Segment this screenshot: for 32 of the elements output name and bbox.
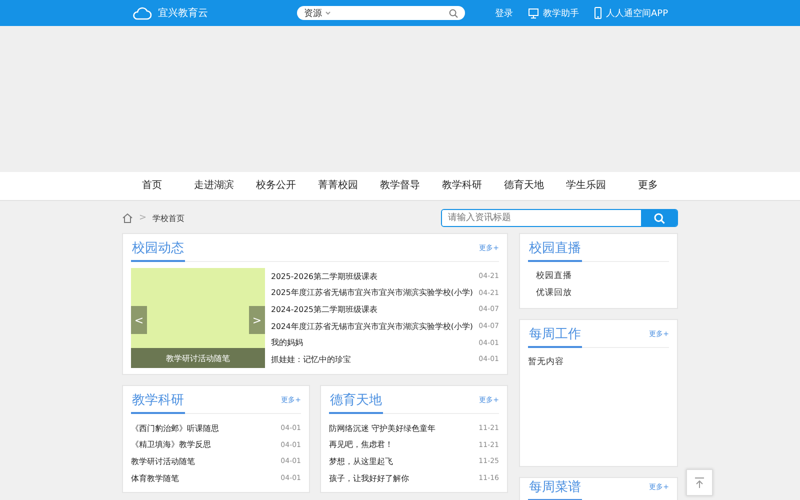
- breadcrumb-separator: >: [139, 213, 147, 223]
- back-to-top-button[interactable]: [686, 469, 713, 496]
- live-link[interactable]: 校园直播: [536, 268, 669, 285]
- nav-tab[interactable]: 德育天地: [493, 172, 555, 200]
- home-icon[interactable]: [122, 213, 133, 223]
- nav-tab[interactable]: 教学督导: [369, 172, 431, 200]
- search-icon[interactable]: [654, 212, 664, 224]
- carousel-caption[interactable]: 教学研讨活动随笔: [131, 348, 265, 368]
- section-title: 每周菜谱: [528, 478, 582, 500]
- nav-tab[interactable]: 校务公开: [245, 172, 307, 200]
- section-title: 每周工作: [528, 325, 582, 348]
- search-icon[interactable]: [448, 8, 458, 18]
- section-title: 校园直播: [528, 239, 582, 262]
- phone-icon: [594, 7, 602, 19]
- live-link[interactable]: 优课回放: [536, 285, 669, 302]
- nav-tab[interactable]: 走进湖滨: [183, 172, 245, 200]
- monitor-icon: [528, 8, 539, 18]
- section-title: 校园动态: [131, 239, 185, 262]
- nav-tab[interactable]: 教学科研: [431, 172, 493, 200]
- nav-tab[interactable]: 首页: [121, 172, 183, 200]
- empty-message: 暂无内容: [528, 357, 564, 367]
- section-title: 教学科研: [131, 391, 185, 414]
- search-field[interactable]: 资源: [296, 6, 465, 20]
- breadcrumb-current[interactable]: 学校首页: [152, 212, 185, 224]
- up-arrow-icon: [694, 476, 705, 488]
- caret-icon: [324, 11, 331, 15]
- news-search-field[interactable]: 请输入资讯标题: [441, 209, 678, 227]
- section-title: 德育天地: [329, 391, 383, 414]
- cloud-icon: [132, 6, 152, 20]
- nav-tab[interactable]: 菁菁校园: [307, 172, 369, 200]
- nav-tab[interactable]: 更多: [617, 172, 679, 200]
- nav-tab[interactable]: 学生乐园: [555, 172, 617, 200]
